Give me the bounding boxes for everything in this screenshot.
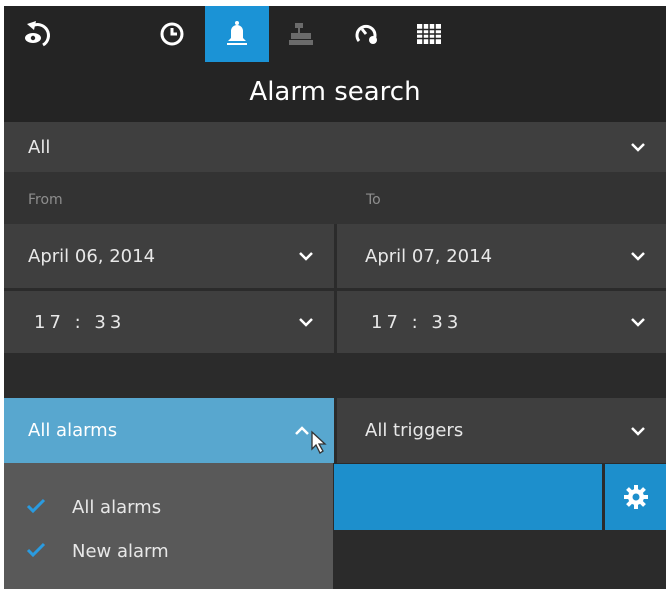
trigger-select[interactable]: All triggers xyxy=(337,398,666,463)
alarm-type-value: All alarms xyxy=(28,420,118,441)
chevron-down-icon xyxy=(299,252,313,261)
gauge-icon xyxy=(355,24,377,44)
category-select[interactable]: All xyxy=(4,122,666,172)
chevron-up-icon xyxy=(295,425,309,435)
grid-icon xyxy=(417,24,441,44)
to-label: To xyxy=(366,192,381,208)
chevron-down-icon xyxy=(631,318,645,327)
mouse-cursor-icon xyxy=(311,430,327,454)
dropdown-option-label: New alarm xyxy=(72,540,169,562)
to-time-select[interactable]: 17 : 33 xyxy=(337,291,666,353)
page-title: Alarm search xyxy=(4,62,666,122)
from-date-select[interactable]: April 06, 2014 xyxy=(4,224,334,288)
search-button[interactable] xyxy=(334,464,602,530)
dropdown-option-label: All alarms xyxy=(72,496,162,518)
trigger-value: All triggers xyxy=(365,420,464,441)
settings-button[interactable] xyxy=(605,464,666,530)
alarm-tab[interactable] xyxy=(205,6,269,62)
chevron-down-icon xyxy=(631,143,645,152)
bell-icon xyxy=(227,21,247,45)
chevron-down-icon xyxy=(631,252,645,261)
checkmark-icon xyxy=(26,542,46,558)
to-time-value: 17 : 33 xyxy=(371,311,463,333)
from-label: From xyxy=(28,192,63,208)
back-icon xyxy=(25,21,50,47)
sensor-tab[interactable] xyxy=(342,6,392,62)
alarm-type-select[interactable]: All alarms xyxy=(4,398,334,463)
playback-tab[interactable] xyxy=(142,6,202,62)
pos-tab[interactable] xyxy=(276,6,326,62)
gear-icon xyxy=(623,485,648,509)
chevron-down-icon xyxy=(631,426,645,436)
dropdown-option-new-alarm[interactable]: New alarm xyxy=(4,529,333,573)
from-time-value: 17 : 33 xyxy=(34,311,126,333)
clock-icon xyxy=(160,22,184,46)
layout-tab[interactable] xyxy=(404,6,454,62)
chevron-down-icon xyxy=(299,318,313,327)
top-toolbar xyxy=(4,6,666,62)
dropdown-option-all-alarms[interactable]: All alarms xyxy=(4,485,333,529)
checkmark-icon xyxy=(26,498,46,514)
category-select-value: All xyxy=(28,136,51,158)
cash-register-icon xyxy=(289,23,313,45)
to-date-select[interactable]: April 07, 2014 xyxy=(337,224,666,288)
to-date-value: April 07, 2014 xyxy=(365,245,493,267)
alarm-search-panel: Alarm search All From To April 06, 2014 … xyxy=(4,6,666,589)
from-time-select[interactable]: 17 : 33 xyxy=(4,291,334,353)
back-button[interactable] xyxy=(4,6,76,62)
from-date-value: April 06, 2014 xyxy=(28,245,156,267)
range-label-band xyxy=(4,172,666,224)
alarm-type-dropdown: All alarms New alarm xyxy=(4,463,333,589)
